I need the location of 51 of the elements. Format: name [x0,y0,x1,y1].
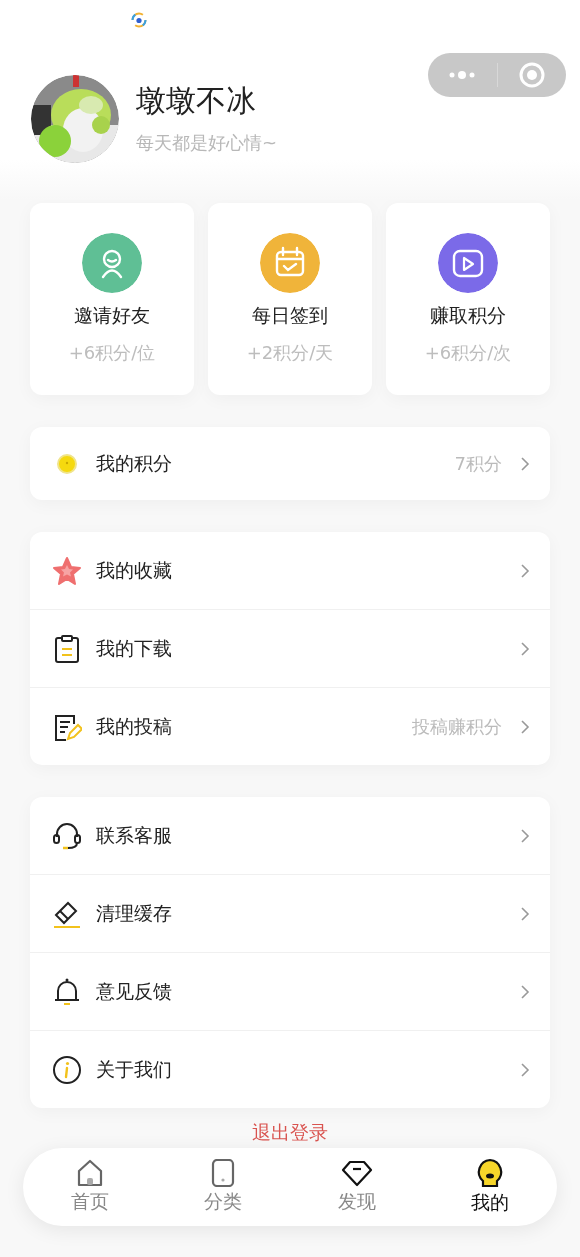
star-icon [52,555,82,586]
menu-label: 关于我们 [96,1056,173,1082]
card-reward: +6积分/位 [68,341,156,365]
chevron-right-icon [520,983,530,1000]
chevron-right-icon [520,827,530,844]
close-icon[interactable] [518,62,545,88]
tab[interactable]: 发现 [290,1148,424,1226]
tab[interactable]: 我的 [423,1148,557,1226]
reward-card[interactable]: 邀请好友 +6积分/位 [30,203,194,395]
user-name: 墩墩不冰 [136,83,257,119]
card-title: 赚取积分 [430,303,506,328]
menu-row[interactable]: 我的投稿 投稿赚积分 [30,687,550,765]
points-value: 7积分 [454,451,502,476]
menu-row[interactable]: 我的积分 7积分 [30,427,550,500]
menu-label: 我的收藏 [96,557,173,583]
card-title: 邀请好友 [74,303,150,328]
chevron-right-icon [520,455,530,472]
user-motto: 每天都是好心情~ [136,131,278,155]
card-title: 每日签到 [252,303,328,328]
headset-icon [52,820,82,851]
chevron-right-icon [520,640,530,657]
menu-label: 我的积分 [96,450,173,476]
menu-row[interactable]: 联系客服 [30,797,550,874]
card-reward: +6积分/次 [424,341,512,365]
clipboard-icon [52,633,82,664]
chevron-right-icon [520,562,530,579]
info-icon [52,1054,82,1085]
tab[interactable]: 首页 [23,1148,157,1226]
menu-row[interactable]: 清理缓存 [30,874,550,952]
menu-label: 我的下载 [96,635,173,661]
menu-note: 投稿赚积分 [412,714,502,739]
menu-row[interactable]: 关于我们 [30,1030,550,1108]
menu-label: 我的投稿 [96,713,173,739]
diamond-icon [340,1159,373,1187]
app-logo-icon [131,12,147,28]
menu-label: 意见反馈 [96,978,173,1004]
menu-row[interactable]: 意见反馈 [30,952,550,1030]
menu-row[interactable]: 我的收藏 [30,532,550,609]
chevron-right-icon [520,1061,530,1078]
logout-link[interactable]: 退出登录 [252,1121,328,1143]
bell-icon [52,976,82,1007]
reward-card[interactable]: 每日签到 +2积分/天 [208,203,372,395]
card-reward: +2积分/天 [246,341,334,365]
menu-label: 清理缓存 [96,900,173,926]
menu-row[interactable]: 我的下载 [30,609,550,687]
menu-label: 联系客服 [96,822,173,848]
reward-card[interactable]: 赚取积分 +6积分/次 [386,203,550,395]
chevron-right-icon [520,905,530,922]
chevron-right-icon [520,718,530,735]
home-icon [75,1159,104,1187]
tab[interactable]: 分类 [156,1148,290,1226]
